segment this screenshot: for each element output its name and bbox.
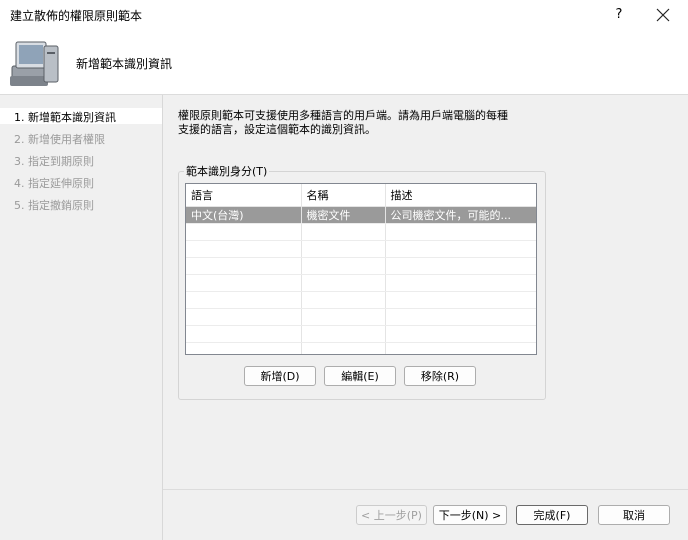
footer-divider xyxy=(163,489,688,490)
add-button[interactable]: 新增(D) xyxy=(244,366,316,386)
wizard-header: 新增範本識別資訊 xyxy=(0,30,688,95)
identity-table[interactable]: 語言 名稱 描述 中文(台灣) 機密文件 公司機密文件，可能的... xyxy=(185,183,537,355)
cancel-button[interactable]: 取消 xyxy=(598,505,670,525)
table-row[interactable]: 中文(台灣) 機密文件 公司機密文件，可能的... xyxy=(186,206,536,224)
cell-description: 公司機密文件，可能的... xyxy=(385,206,536,224)
empty-row xyxy=(186,257,536,275)
header-title: 新增範本識別資訊 xyxy=(76,57,173,71)
computer-icon xyxy=(10,41,59,86)
column-header-description[interactable]: 描述 xyxy=(385,184,536,207)
empty-row xyxy=(186,308,536,326)
finish-button[interactable]: 完成(F) xyxy=(516,505,588,525)
cell-language: 中文(台灣) xyxy=(186,206,302,224)
empty-row xyxy=(186,274,536,292)
edit-button[interactable]: 編輯(E) xyxy=(324,366,396,386)
empty-row xyxy=(186,325,536,343)
group-label: 範本識別身分(T) xyxy=(184,163,270,179)
step-5[interactable]: 5. 指定撤銷原則 xyxy=(14,197,94,213)
step-4[interactable]: 4. 指定延伸原則 xyxy=(14,175,94,191)
empty-row xyxy=(186,240,536,258)
empty-row xyxy=(186,342,536,354)
step-3[interactable]: 3. 指定到期原則 xyxy=(14,153,94,169)
remove-button[interactable]: 移除(R) xyxy=(404,366,476,386)
cell-name: 機密文件 xyxy=(301,206,386,224)
window-title: 建立散佈的權限原則範本 xyxy=(10,9,143,23)
description: 權限原則範本可支援使用多種語言的用戶端。請為用戶端電腦的每種 支援的語言，設定這… xyxy=(178,109,558,137)
empty-row xyxy=(186,223,536,241)
column-header-language[interactable]: 語言 xyxy=(186,184,302,207)
title-bar: 建立散佈的權限原則範本 ? xyxy=(0,0,688,30)
empty-row xyxy=(186,291,536,309)
back-button[interactable]: < 上一步(P) xyxy=(356,505,427,525)
description-line-2: 支援的語言，設定這個範本的識別資訊。 xyxy=(178,123,376,136)
close-icon xyxy=(656,8,670,22)
wizard-steps-nav: 1. 新增範本識別資訊 2. 新增使用者權限 3. 指定到期原則 4. 指定延伸… xyxy=(0,95,163,540)
close-button[interactable] xyxy=(648,4,678,26)
step-1[interactable]: 1. 新增範本識別資訊 xyxy=(14,109,116,125)
step-2[interactable]: 2. 新增使用者權限 xyxy=(14,131,105,147)
help-button[interactable]: ? xyxy=(604,4,634,26)
next-button[interactable]: 下一步(N) > xyxy=(433,505,507,525)
description-line-1: 權限原則範本可支援使用多種語言的用戶端。請為用戶端電腦的每種 xyxy=(178,109,508,122)
column-header-name[interactable]: 名稱 xyxy=(301,184,386,207)
